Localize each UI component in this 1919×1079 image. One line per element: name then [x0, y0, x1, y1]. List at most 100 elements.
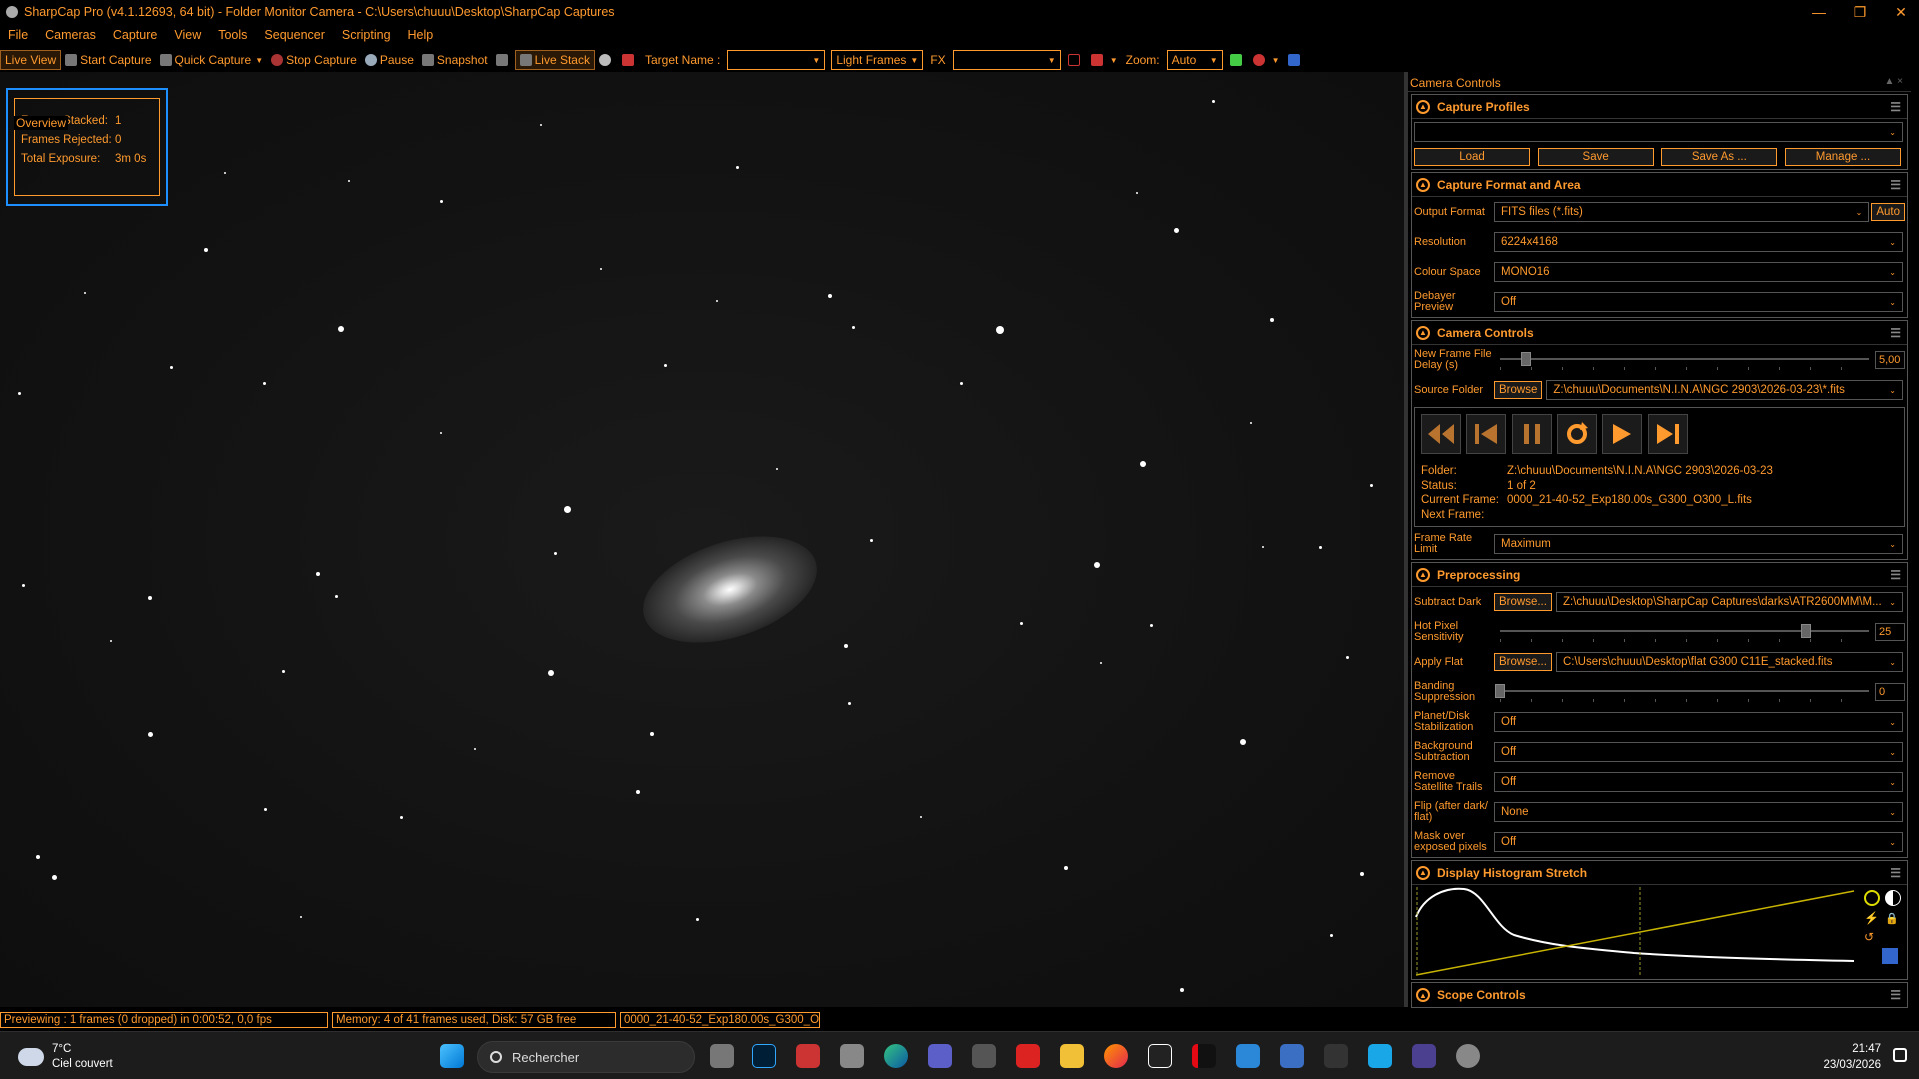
start-capture-button[interactable]: Start Capture [61, 50, 155, 70]
calculator-icon[interactable] [972, 1044, 996, 1068]
background-select[interactable]: Off ⌄ [1494, 742, 1903, 762]
pause-button[interactable]: Pause [361, 50, 418, 70]
taskbar-search[interactable]: Rechercher [477, 1041, 695, 1073]
photoshop-icon[interactable] [752, 1044, 776, 1068]
app-red-icon[interactable] [1016, 1044, 1040, 1068]
menu-icon[interactable]: ☰ [1890, 326, 1901, 340]
collapse-icon[interactable]: ▲ [1416, 325, 1430, 340]
scope-controls-header[interactable]: ▲ Scope Controls ☰ [1412, 983, 1907, 1007]
source-folder-select[interactable]: Z:\chuuu\Documents\N.I.N.A\NGC 2903\2026… [1546, 380, 1903, 400]
restore-button[interactable]: ❐ [1837, 0, 1883, 24]
load-profile-button[interactable]: Load [1414, 148, 1530, 166]
fx-select[interactable]: ▼ [952, 50, 1061, 70]
first-frame-button[interactable] [1466, 414, 1507, 454]
capture-format-header[interactable]: ▲ Capture Format and Area ☰ [1412, 173, 1907, 197]
clock[interactable]: 21:47 23/03/2026 [1823, 1041, 1881, 1073]
crosshair-button[interactable]: ▼ [1087, 50, 1122, 70]
polar-align-button[interactable] [1284, 50, 1307, 70]
camera-controls-header[interactable]: ▲ Camera Controls ☰ [1412, 321, 1907, 345]
menu-help[interactable]: Help [408, 28, 434, 42]
display-settings-button[interactable] [492, 50, 515, 70]
snapshot-button[interactable]: Snapshot [418, 50, 492, 70]
lock-icon[interactable]: 🔒 [1885, 912, 1901, 928]
plus-app-icon[interactable] [1148, 1044, 1172, 1068]
flip-select[interactable]: None ⌄ [1494, 802, 1903, 822]
mask-select[interactable]: Off ⌄ [1494, 832, 1903, 852]
manage-profiles-button[interactable]: Manage ... [1784, 148, 1901, 166]
netflix-icon[interactable] [1192, 1044, 1216, 1068]
stack-overview-box[interactable]: Frames Stacked:1 Frames Rejected:0 Total… [6, 88, 168, 206]
menu-capture[interactable]: Capture [113, 28, 157, 42]
dark-select[interactable]: Z:\chuuu\Desktop\SharpCap Captures\darks… [1555, 592, 1903, 612]
satellite-select[interactable]: Off ⌄ [1494, 772, 1903, 792]
debayer-select[interactable]: Off ⌄ [1494, 292, 1903, 312]
frame-type-select[interactable]: Light Frames ▼ [831, 50, 924, 70]
image-viewer[interactable] [0, 72, 1404, 1007]
close-button[interactable]: ✕ [1878, 0, 1919, 24]
task-view-icon[interactable] [710, 1044, 734, 1068]
teams-icon[interactable] [928, 1044, 952, 1068]
app-dark-icon[interactable] [1324, 1044, 1348, 1068]
app-cyan-icon[interactable] [1368, 1044, 1392, 1068]
app-grey-icon[interactable] [1456, 1044, 1480, 1068]
last-frame-button[interactable] [1647, 414, 1688, 454]
menu-scripting[interactable]: Scripting [342, 28, 391, 42]
live-stack-button[interactable]: Live Stack [514, 50, 595, 70]
rewind-button[interactable] [1421, 414, 1461, 454]
save-profile-button[interactable]: Save [1537, 148, 1654, 166]
save-as-profile-button[interactable]: Save As ... [1661, 148, 1778, 166]
menu-view[interactable]: View [174, 28, 201, 42]
save-icon[interactable] [1882, 948, 1898, 964]
reset-icon[interactable]: ↺ [1864, 930, 1880, 946]
menu-cameras[interactable]: Cameras [45, 28, 96, 42]
menu-file[interactable]: File [8, 28, 28, 42]
menu-icon[interactable]: ☰ [1890, 100, 1901, 114]
menu-tools[interactable]: Tools [218, 28, 247, 42]
contrast-icon[interactable] [1885, 890, 1902, 906]
menu-icon[interactable]: ☰ [1890, 866, 1901, 880]
histogram-button[interactable] [1226, 50, 1249, 70]
hot-pixel-slider[interactable] [1500, 622, 1869, 642]
menu-sequencer[interactable]: Sequencer [264, 28, 324, 42]
hot-pixel-value[interactable]: 25 [1875, 623, 1905, 641]
browse-flat-button[interactable]: Browse... [1494, 653, 1552, 671]
live-view-button[interactable]: Live View [0, 50, 62, 70]
browse-source-button[interactable]: Browse [1494, 381, 1543, 399]
quick-capture-button[interactable]: Quick Capture ▼ [156, 50, 268, 70]
collapse-icon[interactable]: ▲ [1416, 177, 1430, 192]
collapse-icon[interactable]: ▲ [1416, 865, 1430, 880]
selection-area-button[interactable] [1064, 50, 1087, 70]
app-blue-icon[interactable] [1280, 1044, 1304, 1068]
flat-select[interactable]: C:\Users\chuuu\Desktop\flat G300 C11E_st… [1555, 652, 1903, 672]
histogram-plot[interactable]: ⚡ 🔒 ↺ [1414, 887, 1905, 977]
panel-close-icon[interactable]: ▲ × [1884, 76, 1903, 91]
record-button[interactable] [595, 50, 618, 70]
frame-rate-select[interactable]: Maximum ⌄ [1494, 534, 1903, 554]
pause-playback-button[interactable] [1511, 414, 1552, 454]
banding-value[interactable]: 0 [1875, 683, 1905, 701]
resolution-select[interactable]: 6224x4168 ⌄ [1494, 232, 1903, 252]
delay-value[interactable]: 5,00 [1875, 351, 1905, 369]
play-button[interactable] [1602, 414, 1643, 454]
sharpcap-taskbar-icon[interactable] [796, 1044, 820, 1068]
app-icon[interactable] [840, 1044, 864, 1068]
weather-widget[interactable]: 7°C Ciel couvert [18, 1042, 113, 1072]
collapse-icon[interactable]: ▲ [1416, 988, 1430, 1002]
slider-thumb[interactable] [1495, 684, 1505, 698]
notification-icon[interactable] [1893, 1048, 1907, 1062]
restart-button[interactable] [1557, 414, 1598, 454]
firefox-icon[interactable] [1104, 1044, 1128, 1068]
target-name-input[interactable]: ▼ [727, 50, 826, 70]
collapse-icon[interactable]: ▲ [1416, 567, 1430, 582]
profile-select[interactable]: ⌄ [1414, 122, 1903, 142]
auto-button[interactable]: Auto [1871, 203, 1905, 221]
browse-dark-button[interactable]: Browse... [1494, 593, 1552, 611]
histogram-header[interactable]: ▲ Display Histogram Stretch ☰ [1412, 861, 1907, 885]
slider-thumb[interactable] [1801, 624, 1812, 638]
focus-button[interactable]: ▼ [1249, 50, 1284, 70]
file-explorer-icon[interactable] [1060, 1044, 1084, 1068]
edge-icon[interactable] [884, 1044, 908, 1068]
notepad-icon[interactable] [1236, 1044, 1260, 1068]
stabilization-select[interactable]: Off ⌄ [1494, 712, 1903, 732]
capture-profiles-header[interactable]: ▲ Capture Profiles ☰ [1412, 95, 1907, 119]
